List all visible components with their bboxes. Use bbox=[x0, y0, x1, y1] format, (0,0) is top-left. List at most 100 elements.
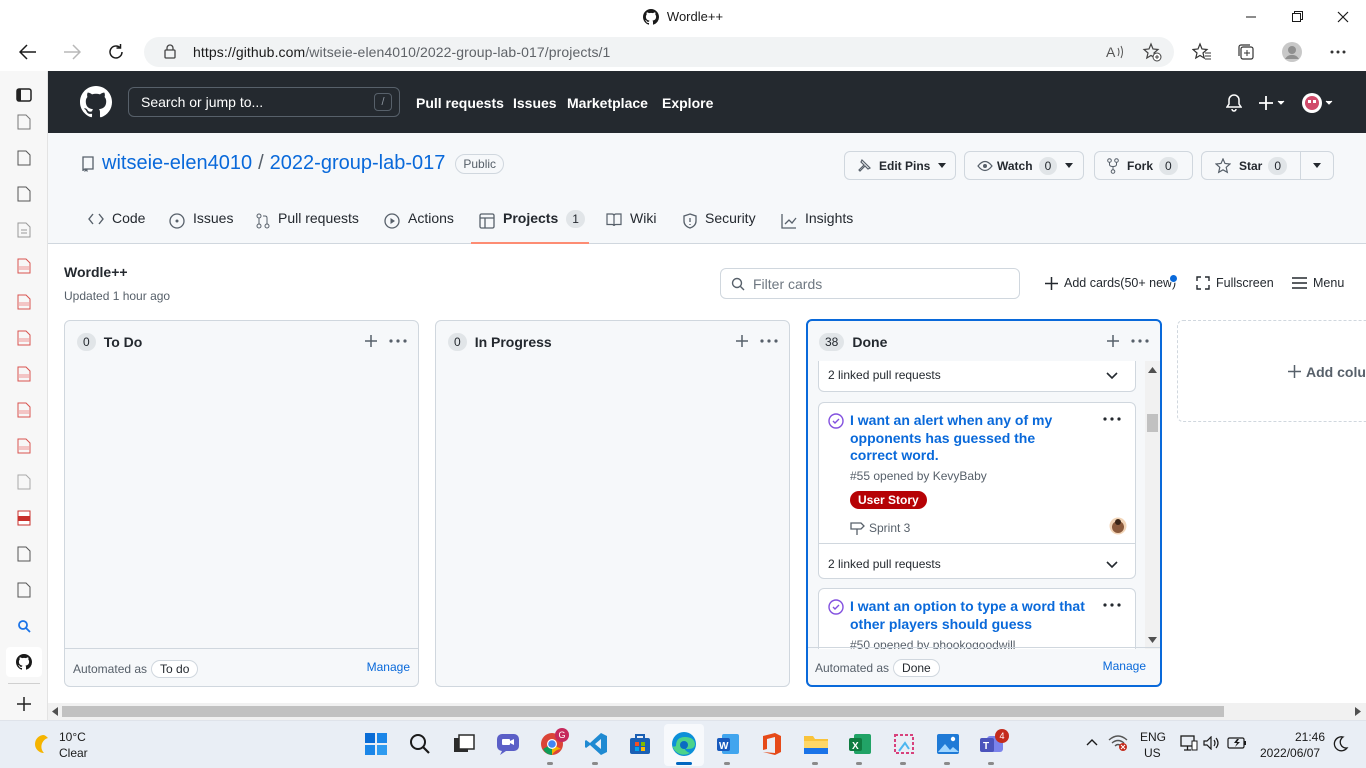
tab-page-icon[interactable] bbox=[12, 470, 36, 494]
column-more-options-icon[interactable] bbox=[387, 331, 409, 351]
add-card-plus-icon[interactable] bbox=[732, 331, 752, 351]
tab-page-icon[interactable] bbox=[12, 542, 36, 566]
tab-search-icon[interactable] bbox=[12, 614, 36, 638]
star-button[interactable]: Star 0 bbox=[1201, 151, 1334, 180]
tab-pdf-icon[interactable] bbox=[12, 290, 36, 314]
column-scrollbar-thumb[interactable] bbox=[1147, 414, 1158, 432]
minimize-button[interactable] bbox=[1228, 0, 1274, 33]
restore-button[interactable] bbox=[1274, 0, 1320, 33]
manage-automation-link[interactable]: Manage bbox=[1103, 659, 1146, 673]
photos-icon[interactable] bbox=[934, 730, 962, 758]
nav-marketplace[interactable]: Marketplace bbox=[567, 95, 648, 111]
network-error-icon[interactable] bbox=[1108, 734, 1128, 752]
edge-browser-icon[interactable] bbox=[670, 730, 698, 758]
volume-icon[interactable] bbox=[1203, 736, 1221, 750]
fullscreen-button[interactable]: Fullscreen bbox=[1196, 276, 1274, 290]
profile-avatar-icon[interactable] bbox=[1276, 36, 1308, 68]
milestone-name[interactable]: Sprint 3 bbox=[869, 521, 910, 535]
fork-button[interactable]: Fork 0 bbox=[1094, 151, 1193, 180]
tab-wiki[interactable]: Wiki bbox=[606, 210, 656, 244]
tab-page-icon[interactable] bbox=[12, 110, 36, 134]
clock-time[interactable]: 21:46 bbox=[1295, 730, 1325, 744]
favorites-icon[interactable] bbox=[1186, 36, 1218, 68]
tab-pdf-icon[interactable] bbox=[12, 326, 36, 350]
tab-page-icon[interactable] bbox=[12, 182, 36, 206]
tab-code[interactable]: Code bbox=[88, 210, 145, 244]
vscode-icon[interactable] bbox=[582, 730, 610, 758]
github-search-input[interactable]: Search or jump to... / bbox=[128, 87, 400, 117]
tab-page-icon[interactable] bbox=[12, 218, 36, 242]
issue-title-link[interactable]: I want an alert when any of my opponents… bbox=[850, 412, 1085, 465]
new-tab-plus-icon[interactable] bbox=[12, 692, 36, 716]
assignee-avatar[interactable] bbox=[1109, 517, 1127, 535]
snipping-tool-icon[interactable] bbox=[890, 730, 918, 758]
tab-page-icon[interactable] bbox=[12, 146, 36, 170]
windows-start-icon[interactable] bbox=[362, 730, 390, 758]
weather-moon-icon[interactable] bbox=[30, 733, 52, 755]
nav-issues[interactable]: Issues bbox=[513, 95, 557, 111]
tab-pull-requests[interactable]: Pull requests bbox=[256, 210, 359, 244]
card-more-options-icon[interactable] bbox=[1103, 417, 1121, 421]
microsoft-store-icon[interactable] bbox=[626, 730, 654, 758]
project-title[interactable]: Wordle++ bbox=[64, 264, 128, 280]
tab-pdf-icon[interactable] bbox=[12, 398, 36, 422]
repo-owner-link[interactable]: witseie-elen4010 bbox=[102, 152, 252, 175]
tab-projects[interactable]: Projects 1 bbox=[471, 210, 589, 244]
tab-issues[interactable]: Issues bbox=[169, 210, 233, 244]
office-icon[interactable] bbox=[758, 730, 786, 758]
repo-name-link[interactable]: 2022-group-lab-017 bbox=[270, 152, 446, 175]
column-more-options-icon[interactable] bbox=[758, 331, 780, 351]
focus-assist-moon-icon[interactable] bbox=[1333, 736, 1349, 752]
tab-page-icon[interactable] bbox=[12, 578, 36, 602]
filter-cards-input[interactable]: Filter cards bbox=[720, 268, 1020, 299]
menu-button[interactable]: Menu bbox=[1292, 276, 1344, 290]
tab-insights[interactable]: Insights bbox=[781, 210, 853, 244]
display-icon[interactable] bbox=[1180, 735, 1198, 751]
chevron-down-icon[interactable] bbox=[1106, 561, 1118, 569]
excel-icon[interactable]: X bbox=[846, 730, 874, 758]
clock-date[interactable]: 2022/06/07 bbox=[1260, 746, 1320, 760]
card-linked-pulls[interactable]: 2 linked pull requests bbox=[818, 361, 1136, 392]
card-more-options-icon[interactable] bbox=[1103, 603, 1121, 607]
tab-pdf-icon[interactable] bbox=[12, 362, 36, 386]
collections-icon[interactable] bbox=[1230, 36, 1262, 68]
input-region[interactable]: US bbox=[1144, 746, 1161, 760]
file-explorer-icon[interactable] bbox=[802, 730, 830, 758]
tab-actions-icon[interactable] bbox=[12, 83, 36, 107]
input-language[interactable]: ENG bbox=[1140, 730, 1166, 744]
add-card-plus-icon[interactable] bbox=[361, 331, 381, 351]
show-hidden-icons-chevron-icon[interactable] bbox=[1086, 738, 1098, 746]
settings-more-icon[interactable] bbox=[1322, 36, 1354, 68]
star-list-chevron-icon[interactable] bbox=[1313, 163, 1321, 168]
forward-button[interactable] bbox=[56, 36, 88, 68]
user-avatar-menu[interactable] bbox=[1301, 92, 1335, 114]
scroll-down-arrow-icon[interactable] bbox=[1148, 637, 1157, 643]
label-user-story[interactable]: User Story bbox=[850, 491, 927, 509]
edit-pins-button[interactable]: Edit Pins bbox=[844, 151, 956, 180]
add-card-plus-icon[interactable] bbox=[1103, 331, 1123, 351]
tab-pdf-icon[interactable] bbox=[12, 506, 36, 530]
issue-card[interactable]: I want an option to type a word that oth… bbox=[818, 588, 1136, 649]
scroll-up-arrow-icon[interactable] bbox=[1148, 367, 1157, 373]
tab-pdf-icon[interactable] bbox=[12, 434, 36, 458]
github-logo-icon[interactable] bbox=[80, 86, 112, 118]
search-icon[interactable] bbox=[406, 730, 434, 758]
address-bar[interactable]: https://github.com/witseie-elen4010/2022… bbox=[144, 37, 1174, 67]
teams-chat-icon[interactable] bbox=[494, 730, 522, 758]
word-icon[interactable]: W bbox=[714, 730, 742, 758]
column-more-options-icon[interactable] bbox=[1129, 331, 1151, 351]
scroll-left-arrow-icon[interactable] bbox=[52, 707, 58, 716]
add-favorite-icon[interactable] bbox=[1142, 42, 1162, 62]
refresh-button[interactable] bbox=[100, 36, 132, 68]
battery-charging-icon[interactable] bbox=[1227, 737, 1247, 749]
page-scrollbar-thumb[interactable] bbox=[62, 706, 1224, 717]
tab-pdf-icon[interactable] bbox=[12, 254, 36, 278]
nav-pull-requests[interactable]: Pull requests bbox=[416, 95, 504, 111]
back-button[interactable] bbox=[12, 36, 44, 68]
task-view-icon[interactable] bbox=[450, 730, 478, 758]
notifications-bell-icon[interactable] bbox=[1226, 94, 1242, 112]
scroll-right-arrow-icon[interactable] bbox=[1355, 707, 1361, 716]
tab-security[interactable]: Security bbox=[683, 210, 756, 244]
chevron-down-icon[interactable] bbox=[1106, 372, 1118, 380]
add-cards-button[interactable]: Add cards(50+ new) bbox=[1045, 276, 1176, 290]
